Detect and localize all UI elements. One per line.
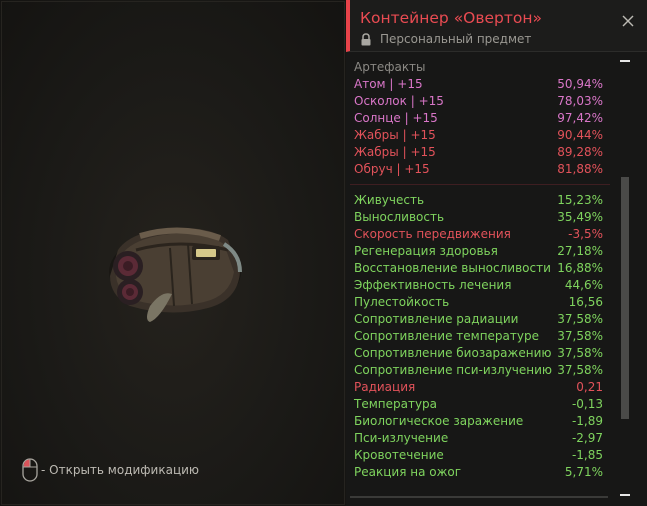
item-preview-panel: - Открыть модификацию — [0, 0, 347, 506]
stat-value: 0,21 — [576, 380, 603, 394]
open-modification-hint: - Открыть модификацию — [22, 458, 199, 482]
stat-value: 16,56 — [568, 295, 603, 309]
close-button[interactable] — [620, 13, 636, 29]
stat-name: Скорость передвижения — [354, 227, 511, 241]
stat-value: -3,5% — [568, 227, 603, 241]
hint-text: - Открыть модификацию — [41, 463, 200, 477]
stat-name: Регенерация здоровья — [354, 244, 498, 258]
artifact-row: Жабры | +15 89,28% — [354, 144, 607, 161]
item-info-panel: Контейнер «Овертон» Персональный предмет… — [346, 0, 647, 506]
scrollbar-top-cap — [620, 60, 630, 62]
section-divider — [350, 184, 610, 185]
artifact-value: 97,42% — [557, 111, 603, 125]
artifact-name: Жабры | +15 — [354, 145, 436, 159]
stat-name: Живучесть — [354, 193, 425, 207]
artifact-row: Солнце | +15 97,42% — [354, 110, 607, 127]
stat-value: 35,49% — [557, 210, 603, 224]
stat-row: Радиация 0,21 — [354, 379, 607, 396]
lock-icon — [361, 32, 371, 45]
artifact-row: Осколок | +15 78,03% — [354, 93, 607, 110]
artifact-name: Атом | +15 — [354, 77, 423, 91]
artifact-row: Жабры | +15 90,44% — [354, 127, 607, 144]
stat-row: Живучесть 15,23% — [354, 192, 607, 209]
stat-value: 37,58% — [557, 363, 603, 377]
stat-value: -1,85 — [571, 448, 603, 462]
stat-row: Скорость передвижения -3,5% — [354, 226, 607, 243]
stat-name: Пси-излучение — [354, 431, 449, 445]
artifact-value: 81,88% — [557, 162, 603, 176]
stat-row: Эффективность лечения 44,6% — [354, 277, 607, 294]
bottom-divider — [350, 496, 608, 498]
stat-name: Сопротивление биозаражению — [354, 346, 552, 360]
item-header: Контейнер «Овертон» Персональный предмет — [346, 0, 647, 52]
item-subtitle-row: Персональный предмет — [360, 32, 531, 46]
stat-row: Выносливость 35,49% — [354, 209, 607, 226]
scrollbar-bottom-cap — [620, 494, 630, 496]
stat-row: Восстановление выносливости 16,88% — [354, 260, 607, 277]
artifact-value: 78,03% — [557, 94, 603, 108]
item-title: Контейнер «Овертон» — [360, 9, 543, 27]
stat-row: Сопротивление температуре 37,58% — [354, 328, 607, 345]
item-stats-content: Артефакты Атом | +15 50,94% Осколок | +15… — [350, 56, 610, 481]
stat-value: -0,13 — [571, 397, 603, 411]
stat-value: 37,58% — [557, 312, 603, 326]
artifact-row: Атом | +15 50,94% — [354, 76, 607, 93]
artifacts-header: Артефакты — [354, 60, 426, 74]
artifact-value: 50,94% — [557, 77, 603, 91]
stat-name: Биологическое заражение — [354, 414, 524, 428]
stat-value: 44,6% — [564, 278, 603, 292]
stat-row: Пси-излучение -2,97 — [354, 430, 607, 447]
stat-name: Пулестойкость — [354, 295, 450, 309]
container-item-image — [109, 227, 242, 322]
stat-value: 16,88% — [557, 261, 603, 275]
artifact-row: Обруч | +15 81,88% — [354, 161, 607, 178]
stat-row: Сопротивление пси-излучению 37,58% — [354, 362, 607, 379]
artifact-value: 89,28% — [557, 145, 603, 159]
stat-row: Пулестойкость 16,56 — [354, 294, 607, 311]
artifact-name: Жабры | +15 — [354, 128, 436, 142]
stat-row: Сопротивление радиации 37,58% — [354, 311, 607, 328]
stat-value: 15,23% — [557, 193, 603, 207]
stat-name: Выносливость — [354, 210, 445, 224]
stat-row: Кровотечение -1,85 — [354, 447, 607, 464]
stat-name: Радиация — [354, 380, 416, 394]
scrollbar[interactable] — [619, 60, 631, 496]
stat-name: Кровотечение — [354, 448, 444, 462]
stat-name: Реакция на ожог — [354, 465, 462, 479]
stat-value: 5,71% — [564, 465, 603, 479]
stat-name: Сопротивление температуре — [354, 329, 539, 343]
stat-value: -2,97 — [571, 431, 603, 445]
mouse-icon — [22, 458, 38, 482]
stats-list: Живучесть 15,23% Выносливость 35,49% Скоро… — [354, 192, 607, 481]
artifact-name: Осколок | +15 — [354, 94, 444, 108]
stat-value: -1,89 — [571, 414, 603, 428]
stat-name: Восстановление выносливости — [354, 261, 551, 275]
item-subtitle: Персональный предмет — [380, 32, 532, 46]
stat-row: Сопротивление биозаражению 37,58% — [354, 345, 607, 362]
close-icon — [622, 15, 634, 27]
stat-row: Биологическое заражение -1,89 — [354, 413, 607, 430]
stat-row: Реакция на ожог 5,71% — [354, 464, 607, 481]
artifacts-list: Атом | +15 50,94% Осколок | +15 78,03% Сол… — [354, 76, 607, 178]
stat-name: Сопротивление радиации — [354, 312, 519, 326]
stat-name: Температура — [354, 397, 438, 411]
artifact-name: Обруч | +15 — [354, 162, 430, 176]
stat-name: Сопротивление пси-излучению — [354, 363, 553, 377]
scrollbar-thumb[interactable] — [621, 177, 629, 419]
artifact-name: Солнце | +15 — [354, 111, 438, 125]
stat-row: Регенерация здоровья 27,18% — [354, 243, 607, 260]
stat-value: 37,58% — [557, 346, 603, 360]
artifact-value: 90,44% — [557, 128, 603, 142]
stat-value: 27,18% — [557, 244, 603, 258]
stat-value: 37,58% — [557, 329, 603, 343]
stat-row: Температура -0,13 — [354, 396, 607, 413]
stat-name: Эффективность лечения — [354, 278, 512, 292]
